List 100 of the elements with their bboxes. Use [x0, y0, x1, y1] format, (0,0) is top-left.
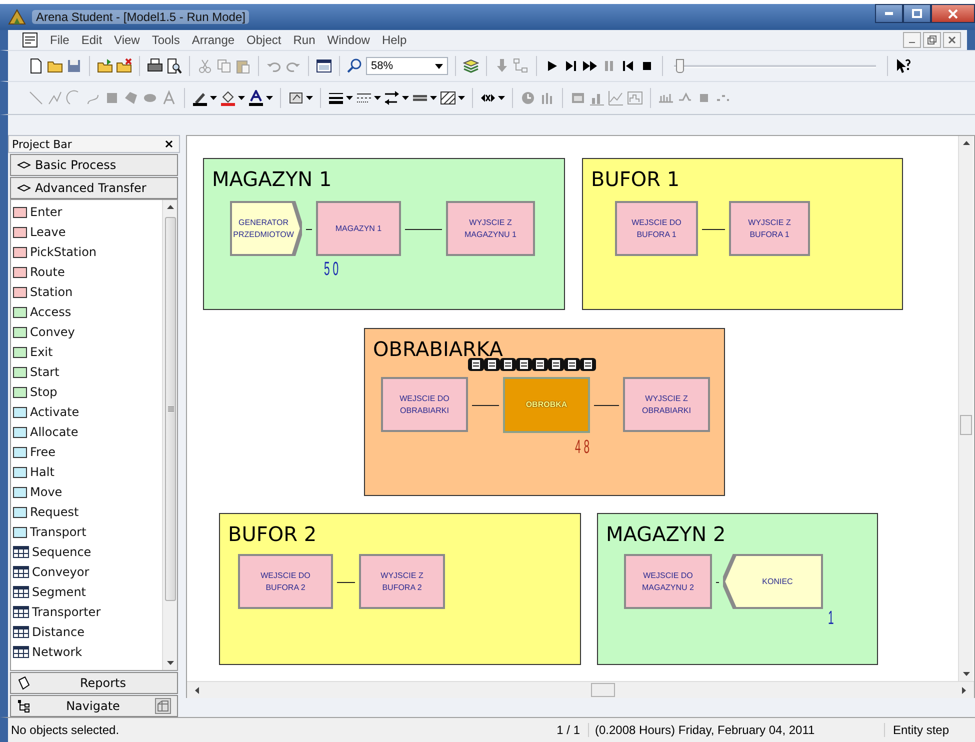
process-module[interactable]: WEJSCIE DO OBRABIARKI — [381, 377, 468, 432]
module-list-item[interactable]: Distance — [11, 622, 162, 642]
slider-thumb[interactable] — [676, 59, 684, 73]
process-module[interactable]: WYJSCIE Z BUFORA 1 — [729, 201, 810, 256]
module-list-item[interactable]: Exit — [11, 342, 162, 362]
module-list-item[interactable]: Move — [11, 482, 162, 502]
menu-item[interactable]: File — [50, 33, 70, 47]
fill-color-icon[interactable] — [220, 90, 236, 106]
layers-icon[interactable] — [463, 58, 479, 74]
down-arrow-icon[interactable] — [962, 672, 970, 676]
menu-item[interactable]: Help — [382, 33, 407, 47]
folder-arrow-icon[interactable] — [97, 58, 113, 74]
module-list-item[interactable]: PickStation — [11, 242, 162, 262]
module-list-item[interactable]: Network — [11, 642, 162, 662]
caret-icon[interactable] — [498, 96, 505, 100]
save-icon[interactable] — [66, 58, 82, 74]
window-icon[interactable] — [316, 58, 332, 74]
minimize-icon[interactable] — [903, 32, 921, 48]
zoom-dropdown[interactable]: 58% — [366, 57, 448, 75]
start-over-icon[interactable] — [620, 58, 636, 74]
new-document-icon[interactable] — [28, 58, 44, 74]
process-module[interactable]: WEJSCIE DO MAGAZYNU 2 — [624, 554, 712, 609]
thumbnail-icon[interactable] — [155, 698, 171, 714]
maximize-button[interactable] — [903, 4, 931, 23]
caret-icon[interactable] — [238, 96, 245, 100]
caret-icon[interactable] — [402, 96, 409, 100]
window-background-icon[interactable] — [288, 90, 304, 106]
document-icon[interactable] — [22, 32, 38, 48]
caret-icon[interactable] — [374, 96, 381, 100]
process-module[interactable]: WYJSCIE Z OBRABIARKI — [623, 377, 710, 432]
folder-cross-icon[interactable] — [116, 58, 132, 74]
fast-forward-icon[interactable] — [582, 58, 598, 74]
scrollbar[interactable] — [162, 200, 177, 670]
process-module[interactable]: WYJSCIE Z BUFORA 2 — [359, 554, 445, 609]
fill-pattern-icon[interactable] — [440, 90, 456, 106]
caret-icon[interactable] — [266, 96, 273, 100]
module-list-item[interactable]: Stop — [11, 382, 162, 402]
module-list-item[interactable]: Station — [11, 282, 162, 302]
zoom-icon[interactable] — [347, 58, 363, 74]
menu-item[interactable]: Arrange — [192, 33, 235, 47]
down-arrow-icon[interactable] — [166, 661, 174, 665]
module-list-item[interactable]: Route — [11, 262, 162, 282]
process-module[interactable]: WEJSCIE DO BUFORA 2 — [238, 554, 333, 609]
panel-tab[interactable]: Basic Process — [10, 154, 178, 176]
module-list-item[interactable]: Conveyor — [11, 562, 162, 582]
menu-item[interactable]: Tools — [152, 33, 180, 47]
scrollbar[interactable] — [958, 136, 973, 681]
close-icon[interactable] — [165, 140, 173, 148]
dispose-module[interactable]: KONIEC — [723, 554, 823, 609]
print-icon[interactable] — [147, 58, 163, 74]
panel-tab[interactable]: Reports — [10, 672, 178, 694]
module-list-item[interactable]: Halt — [11, 462, 162, 482]
help-icon[interactable] — [895, 58, 911, 74]
module-list-item[interactable]: Start — [11, 362, 162, 382]
caret-icon[interactable] — [430, 96, 437, 100]
scroll-thumb[interactable] — [591, 683, 615, 697]
menu-item[interactable]: Edit — [81, 33, 102, 47]
create-module[interactable]: GENERATOR PRZEDMIOTOW — [230, 201, 302, 256]
panel-tab[interactable]: Advanced Transfer — [10, 177, 178, 199]
menu-item[interactable]: Window — [327, 33, 370, 47]
module-list-item[interactable]: Sequence — [11, 542, 162, 562]
module-list-item[interactable]: Segment — [11, 582, 162, 602]
process-module[interactable]: WYJSCIE Z MAGAZYNU 1 — [446, 201, 535, 256]
caret-icon[interactable] — [210, 96, 217, 100]
line-width-icon[interactable] — [328, 90, 344, 106]
module-list-item[interactable]: Leave — [11, 222, 162, 242]
caret-icon[interactable] — [346, 96, 353, 100]
caret-icon[interactable] — [306, 96, 313, 100]
up-arrow-icon[interactable] — [166, 205, 174, 209]
close-button[interactable] — [931, 4, 975, 23]
scroll-thumb[interactable] — [164, 217, 176, 601]
module-list-item[interactable]: Request — [11, 502, 162, 522]
clock-icon[interactable] — [520, 90, 536, 106]
text-color-icon[interactable] — [248, 90, 264, 106]
step-icon[interactable] — [563, 58, 579, 74]
scrollbar[interactable] — [187, 681, 974, 698]
minimize-button[interactable] — [875, 4, 903, 23]
module-list-item[interactable]: Transport — [11, 522, 162, 542]
module-list-item[interactable]: Convey — [11, 322, 162, 342]
restore-icon[interactable] — [923, 32, 941, 48]
print-preview-icon[interactable] — [166, 58, 182, 74]
caret-icon[interactable] — [458, 96, 465, 100]
module-list-item[interactable]: Allocate — [11, 422, 162, 442]
arrow-style-icon[interactable] — [384, 90, 400, 106]
up-arrow-icon[interactable] — [962, 141, 970, 145]
module-list-item[interactable]: Free — [11, 442, 162, 462]
line-color-icon[interactable] — [192, 90, 208, 106]
module-list-item[interactable]: Enter — [11, 202, 162, 222]
module-list-item[interactable]: Access — [11, 302, 162, 322]
menu-item[interactable]: View — [114, 33, 140, 47]
right-arrow-icon[interactable] — [962, 686, 966, 694]
menu-item[interactable]: Object — [246, 33, 282, 47]
module-list-item[interactable]: Transporter — [11, 602, 162, 622]
process-module[interactable]: MAGAZYN 1 — [316, 201, 401, 256]
scroll-thumb[interactable] — [960, 415, 972, 435]
process-module[interactable]: WEJSCIE DO BUFORA 1 — [615, 201, 698, 256]
module-list-item[interactable]: Activate — [11, 402, 162, 422]
left-arrow-icon[interactable] — [195, 686, 199, 694]
panel-tab[interactable]: Navigate — [10, 695, 178, 717]
menu-item[interactable]: Run — [293, 33, 316, 47]
